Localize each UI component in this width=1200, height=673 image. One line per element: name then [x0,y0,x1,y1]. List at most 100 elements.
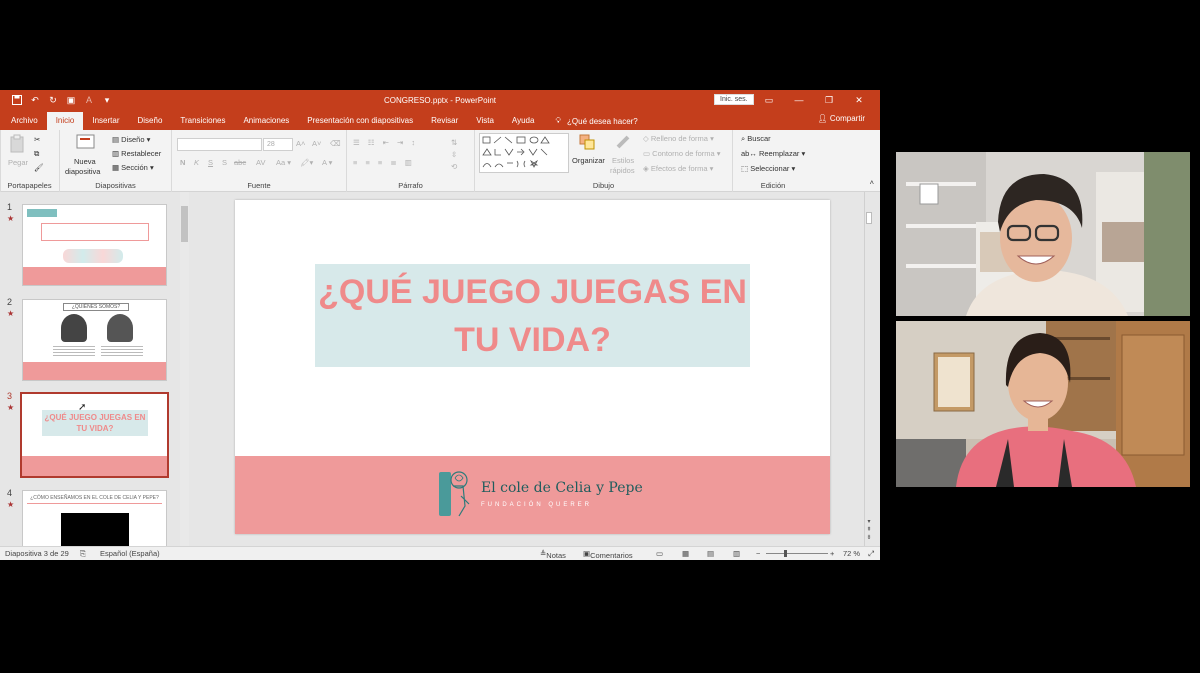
slide-thumbnail-2[interactable]: ¿QUIÉNES SOMOS? [22,299,167,381]
current-slide[interactable]: ¿QUÉ JUEGO JUEGAS EN TU VIDA? El cole de… [235,200,830,534]
thumb1-title-box [41,223,149,241]
slide-title: ¿QUÉ JUEGO JUEGAS EN TU VIDA? [318,268,747,364]
grow-font-icon[interactable]: A˄ [296,139,305,148]
tell-me-label: ¿Qué desea hacer? [567,116,638,126]
font-size-combo[interactable]: 28 [263,138,293,151]
paste-icon[interactable] [8,134,28,156]
clear-format-icon[interactable]: ⌫ [330,139,341,148]
close-icon[interactable]: ✕ [844,95,874,106]
thumb2-photo-1 [61,314,87,342]
select-button[interactable]: ⬚ Seleccionar ▾ [741,164,795,173]
arrange-icon[interactable] [579,134,595,152]
slideshow-icon[interactable]: ▥ [733,549,740,558]
shadow-button[interactable]: S [222,158,227,167]
participant-1-video [896,152,1190,316]
thumb3-title-line1: ¿QUÉ JUEGO JUEGAS EN [44,413,146,422]
sign-in-button[interactable]: Inic. ses. [714,94,754,105]
case-button[interactable]: Aa ▾ [276,158,291,167]
minimize-icon[interactable]: — [784,95,814,105]
ribbon-display-options-icon[interactable]: ▭ [754,95,784,106]
text-direction-icon[interactable]: ⇅ [451,138,457,147]
zoom-slider-thumb[interactable] [784,550,787,557]
quick-styles-icon[interactable] [615,134,631,152]
shape-effects-button[interactable]: ◈ Efectos de forma ▾ [643,164,713,173]
copy-icon[interactable]: ⧉ [34,149,39,159]
fit-slide-icon[interactable]: ⤢ [868,549,874,559]
thumb-star-2: ★ [7,309,15,318]
find-button[interactable]: ⌕ Buscar [741,134,771,144]
tab-presentacion[interactable]: Presentación con diapositivas [298,112,422,130]
spellcheck-icon[interactable]: ⎘ [80,549,86,559]
font-name-combo[interactable] [177,138,262,151]
slide-title-box[interactable]: ¿QUÉ JUEGO JUEGAS EN TU VIDA? [315,264,750,367]
zoom-slider[interactable] [766,553,828,554]
tab-revisar[interactable]: Revisar [422,112,467,130]
arrange-label[interactable]: Organizar [572,156,605,165]
zoom-level[interactable]: 72 % [843,549,860,558]
slide-thumbnail-3[interactable]: ¿QUÉ JUEGO JUEGAS EN TU VIDA? ➚ [20,392,169,478]
shape-outline-button[interactable]: ▭ Contorno de forma ▾ [643,149,721,158]
group-label-edicion: Edición [760,181,786,190]
zoom-in-icon[interactable]: + [830,549,834,558]
slide-sorter-icon[interactable]: ▦ [682,549,689,558]
share-button[interactable]: 👤︎ Compartir [817,114,865,123]
logo-figure-icon [439,471,470,517]
replace-icon: ab↔ [741,149,757,158]
group-portapapeles: Pegar ✂ ⧉ 🖌︎ Portapapeles [0,130,60,192]
layout-label: Diseño [121,135,145,144]
list-icons[interactable]: ☰ ☷ ⇤ ⇥ ↕ [353,138,418,147]
align-icons[interactable]: ≡ ≡ ≡ ≣ ▥ [353,158,415,167]
replace-button[interactable]: ab↔ Reemplazar ▾ [741,149,805,158]
thumb1-illustration [63,249,123,263]
shrink-font-icon[interactable]: A˅ [312,139,321,148]
notes-button[interactable]: ≜ Notas [540,549,566,560]
reading-view-icon[interactable]: ▤ [707,549,714,558]
shapes-gallery[interactable] [479,133,569,175]
align-text-icon[interactable]: ⇳ [451,150,457,159]
bold-button[interactable]: N [180,158,185,167]
slide-thumbnail-1[interactable] [22,204,167,286]
tab-ayuda[interactable]: Ayuda [503,112,544,130]
group-label-portapapeles: Portapapeles [7,181,52,190]
title-bar: ↶ ↻ ▣ A ▾ CONGRESO.pptx - PowerPoint Ini… [0,90,880,110]
font-color-button[interactable]: A ▾ [322,158,332,167]
tab-vista[interactable]: Vista [467,112,503,130]
italic-button[interactable]: K [194,158,199,167]
tell-me-search[interactable]: 💡︎ ¿Qué desea hacer? [543,112,637,130]
spacing-button[interactable]: AV [256,158,265,167]
highlight-icon[interactable]: 🖍︎▾ [300,158,313,167]
thumbnails-scrollbar[interactable] [180,192,189,546]
strike-button[interactable]: abc [234,158,246,167]
smartart-icon[interactable]: ⟲ [451,162,457,171]
comments-button[interactable]: ▣ Comentarios [583,549,633,560]
tab-archivo[interactable]: Archivo [2,112,47,130]
group-label-diapositivas: Diapositivas [95,181,136,190]
tab-animaciones[interactable]: Animaciones [234,112,298,130]
screen: ↶ ↻ ▣ A ▾ CONGRESO.pptx - PowerPoint Ini… [0,0,1200,673]
thumb1-band [23,267,166,285]
shape-fill-button[interactable]: ◇ Relleno de forma ▾ [643,134,714,143]
thumbnails-scroll-knob[interactable] [181,206,188,242]
reset-button[interactable]: ▥ Restablecer [112,149,161,158]
tab-diseno[interactable]: Diseño [129,112,172,130]
tab-inicio[interactable]: Inicio [46,112,84,130]
thumb2-caption-1 [53,346,95,356]
new-slide-icon[interactable] [76,133,96,153]
slide-thumbnail-4[interactable]: ¿CÓMO ENSEÑAMOS EN EL COLE DE CELIA Y PE… [22,490,167,546]
format-painter-icon[interactable]: 🖌︎ [34,163,44,172]
layout-button[interactable]: ▤ Diseño ▾ [112,135,150,144]
tab-transiciones[interactable]: Transiciones [171,112,234,130]
collapse-ribbon-icon[interactable]: ˄ [870,178,874,187]
slide-scrollbar[interactable]: ▾ ⇞ ⇟ [864,192,872,546]
tab-insertar[interactable]: Insertar [83,112,128,130]
section-button[interactable]: ▦ Sección ▾ [112,163,154,172]
prev-next-slide-icons[interactable]: ▾ ⇞ ⇟ [865,518,873,542]
normal-view-icon[interactable]: ▭ [656,549,663,558]
language-label[interactable]: Español (España) [100,549,160,558]
underline-button[interactable]: S [208,158,213,167]
maximize-icon[interactable]: ❐ [814,95,844,106]
cut-icon[interactable]: ✂ [34,135,40,144]
group-diapositivas: Nueva diapositiva ▤ Diseño ▾ ▥ Restablec… [60,130,172,192]
slide-scroll-knob[interactable] [866,212,872,224]
zoom-out-icon[interactable]: − [756,549,760,558]
